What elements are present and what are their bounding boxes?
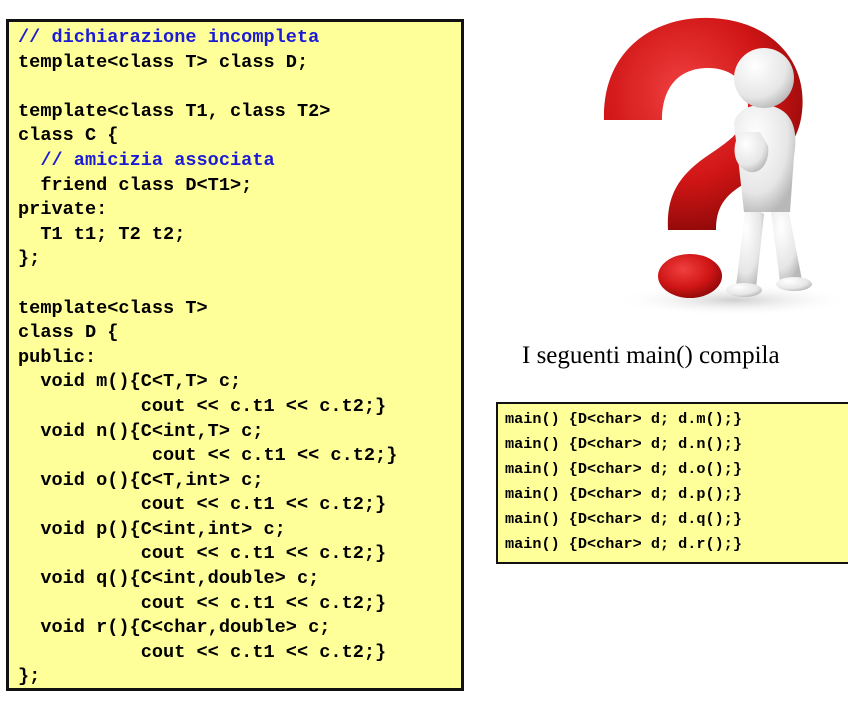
question-mark-illustration [584, 8, 848, 314]
code-line: cout << c.t1 << c.t2;} [18, 395, 387, 417]
code-listing: // dichiarazione incompleta template<clas… [6, 19, 464, 691]
code-line: public: [18, 346, 97, 368]
main-options-box: main() {D<char> d; d.m();} main() {D<char… [496, 402, 848, 564]
code-line: void m(){C<T,T> c; [18, 371, 242, 393]
code-line: cout << c.t1 << c.t2;} [18, 445, 398, 467]
code-comment-line: // dichiarazione incompleta [18, 27, 320, 48]
code-line: }; [18, 666, 41, 688]
code-line: private: [18, 199, 108, 221]
code-line: T1 t1; T2 t2; [18, 223, 186, 245]
code-line: void q(){C<int,double> c; [18, 568, 320, 590]
code-line: void n(){C<int,T> c; [18, 420, 264, 442]
code-line: void r(){C<char,double> c; [18, 617, 331, 639]
main-option-line: main() {D<char> d; d.m();} [505, 410, 742, 428]
code-line: void o(){C<T,int> c; [18, 469, 264, 491]
code-line: cout << c.t1 << c.t2;} [18, 494, 387, 516]
code-line: cout << c.t1 << c.t2;} [18, 592, 387, 614]
code-line: template<class T1, class T2> [18, 100, 331, 122]
main-option-line: main() {D<char> d; d.p();} [505, 485, 742, 503]
code-line: template<class T> class D; [18, 51, 309, 73]
main-option-line: main() {D<char> d; d.n();} [505, 435, 742, 453]
code-line: friend class D<T1>; [18, 174, 253, 196]
code-comment-line: // amicizia associata [18, 149, 275, 171]
code-line: void p(){C<int,int> c; [18, 518, 286, 540]
code-line: cout << c.t1 << c.t2;} [18, 543, 387, 565]
main-option-line: main() {D<char> d; d.q();} [505, 510, 742, 528]
thinking-figure-icon [603, 17, 848, 314]
code-line: class D { [18, 322, 119, 344]
main-option-line: main() {D<char> d; d.o();} [505, 460, 742, 478]
code-line: }; [18, 248, 41, 270]
main-option-line: main() {D<char> d; d.r();} [505, 535, 742, 553]
code-line: cout << c.t1 << c.t2;} [18, 641, 387, 663]
code-line: class C { [18, 125, 119, 147]
question-text: I seguenti main() compila [522, 342, 780, 369]
code-line: template<class T> [18, 297, 208, 319]
